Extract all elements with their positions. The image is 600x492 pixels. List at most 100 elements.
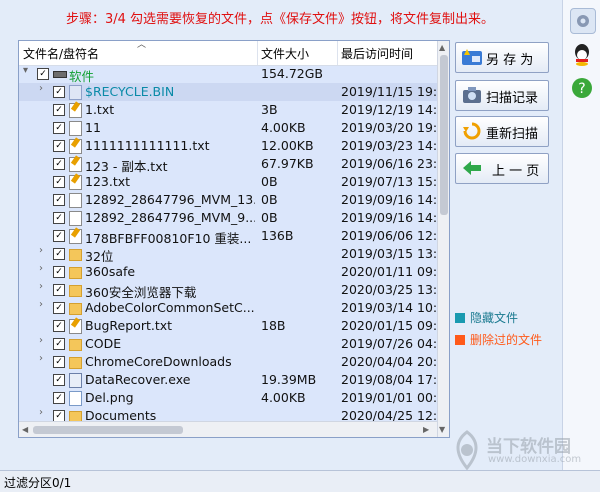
table-row[interactable]: ✓ 178BFBFF00810F10 重装... 136B 2019/06/06 12… (19, 227, 437, 246)
column-header-size[interactable]: 文件大小 (261, 45, 309, 62)
table-row[interactable]: › ✓ $RECYCLE.BIN 2019/11/15 19:4 (19, 83, 437, 101)
legend-swatch-deleted (455, 335, 465, 345)
row-checkbox[interactable]: ✓ (53, 248, 65, 260)
row-checkbox[interactable]: ✓ (53, 176, 65, 188)
table-row[interactable]: ✓ 1.txt 3B 2019/12/19 14:5 (19, 101, 437, 119)
row-name: Del.png (85, 390, 134, 405)
row-checkbox[interactable]: ✓ (37, 68, 49, 80)
expand-arrow-icon[interactable]: › (39, 407, 43, 418)
row-checkbox[interactable]: ✓ (53, 230, 65, 242)
expand-arrow-icon[interactable]: › (39, 353, 43, 364)
row-name: 123.txt (85, 174, 131, 189)
folder-icon (69, 285, 82, 297)
previous-page-button[interactable]: 上 一 页 (455, 153, 549, 184)
horizontal-scrollbar[interactable]: ◀ ▶ (19, 421, 437, 437)
table-row[interactable]: ✓ 123 - 副本.txt 67.97KB 2019/06/16 23:1 (19, 155, 437, 174)
row-name: $RECYCLE.BIN (85, 84, 175, 99)
row-checkbox[interactable]: ✓ (53, 122, 65, 134)
right-sidebar: ? (562, 0, 600, 470)
vertical-scrollbar[interactable]: ▲ ▼ (437, 41, 449, 437)
row-checkbox[interactable]: ✓ (53, 392, 65, 404)
rescan-label: 重新扫描 (486, 127, 539, 142)
table-row[interactable]: ▾ ✓ 软件 154.72GB (19, 65, 437, 84)
txt-icon (69, 103, 82, 118)
table-row[interactable]: ✓ DataRecover.exe 19.39MB 2019/08/04 17:5 (19, 371, 437, 389)
folder-icon (69, 339, 82, 351)
column-divider[interactable] (257, 41, 258, 65)
row-checkbox[interactable]: ✓ (53, 212, 65, 224)
column-header-name[interactable]: 文件名/盘符名 (23, 45, 99, 62)
file-icon (69, 193, 82, 208)
rescan-button[interactable]: 重新扫描 (455, 116, 549, 147)
save-as-button[interactable]: 另 存 为 (455, 42, 549, 73)
row-name: 360safe (85, 264, 136, 279)
row-size: 4.00KB (261, 390, 306, 405)
row-checkbox[interactable]: ✓ (53, 158, 65, 170)
expand-arrow-icon[interactable]: › (39, 83, 43, 94)
row-time: 2019/09/16 14:4 (341, 210, 437, 225)
row-name: ChromeCoreDownloads (85, 354, 232, 369)
legend-swatch-hidden (455, 313, 465, 323)
table-header: ︿ 文件名/盘符名 文件大小 最后访问时间 (19, 41, 437, 66)
scroll-up-icon[interactable]: ▲ (439, 43, 445, 52)
table-row[interactable]: › ✓ 360安全浏览器下载 2020/03/25 13:3 (19, 281, 437, 300)
column-divider[interactable] (337, 41, 338, 65)
table-row[interactable]: › ✓ ChromeCoreDownloads 2020/04/04 20:4 (19, 353, 437, 371)
row-name: CODE (85, 336, 122, 351)
row-time: 2019/06/16 23:1 (341, 156, 437, 171)
status-text: 过滤分区0/1 (4, 476, 72, 490)
expand-arrow-icon[interactable]: › (39, 263, 43, 274)
row-checkbox[interactable]: ✓ (53, 320, 65, 332)
row-checkbox[interactable]: ✓ (53, 302, 65, 314)
row-size: 19.39MB (261, 372, 317, 387)
expand-arrow-icon[interactable]: ▾ (23, 65, 28, 76)
table-row[interactable]: ✓ 12892_28647796_MVM_13... 0B 2019/09/16 14… (19, 191, 437, 209)
arrow-left-icon (463, 161, 481, 175)
scroll-thumb[interactable] (33, 426, 183, 434)
table-row[interactable]: ✓ BugReport.txt 18B 2020/01/15 09:4 (19, 317, 437, 335)
legend-label: 删除过的文件 (470, 333, 543, 347)
scan-log-button[interactable]: 扫描记录 (455, 80, 549, 111)
expand-arrow-icon[interactable]: › (39, 335, 43, 346)
table-row[interactable]: › ✓ 32位 2019/03/15 13:1 (19, 245, 437, 264)
legend-deleted-files: 删除过的文件 (455, 331, 542, 348)
table-row[interactable]: ✓ 123.txt 0B 2019/07/13 15:3 (19, 173, 437, 191)
row-size: 67.97KB (261, 156, 314, 171)
qq-icon[interactable] (570, 42, 594, 66)
scroll-right-icon[interactable]: ▶ (423, 425, 429, 434)
row-checkbox[interactable]: ✓ (53, 194, 65, 206)
scroll-thumb[interactable] (440, 55, 448, 215)
row-checkbox[interactable]: ✓ (53, 140, 65, 152)
scroll-down-icon[interactable]: ▼ (439, 425, 445, 434)
expand-arrow-icon[interactable]: › (39, 299, 43, 310)
step-instruction: 步骤：3/4 勾选需要恢复的文件，点《保存文件》按钮，将文件复制出来。 (65, 12, 495, 27)
column-header-time[interactable]: 最后访问时间 (341, 45, 413, 62)
table-row[interactable]: › ✓ AdobeColorCommonSetC... 2019/03/14 10:0 (19, 299, 437, 317)
scroll-left-icon[interactable]: ◀ (22, 425, 28, 434)
table-row[interactable]: ✓ 11 4.00KB 2019/03/20 19:1 (19, 119, 437, 137)
file-tree-body: ▾ ✓ 软件 154.72GB › ✓ $RECYCLE.BIN 2019/11/15 19:… (19, 65, 437, 423)
row-checkbox[interactable]: ✓ (53, 338, 65, 350)
row-size: 12.00KB (261, 138, 314, 153)
table-row[interactable]: › ✓ 360safe 2020/01/11 09:3 (19, 263, 437, 281)
watermark-url: www.downxia.com (488, 454, 582, 465)
file-tree-panel: ︿ 文件名/盘符名 文件大小 最后访问时间 ▾ ✓ 软件 154.72GB › ✓ $REC… (18, 40, 450, 438)
row-size: 136B (261, 228, 294, 243)
table-row[interactable]: › ✓ CODE 2019/07/26 04:2 (19, 335, 437, 353)
row-checkbox[interactable]: ✓ (53, 356, 65, 368)
expand-arrow-icon[interactable]: › (39, 245, 43, 256)
expand-arrow-icon[interactable]: › (39, 281, 43, 292)
table-row[interactable]: ✓ 12892_28647796_MVM_9... 0B 2019/09/16 14:… (19, 209, 437, 227)
svg-text:?: ? (578, 81, 585, 97)
row-checkbox[interactable]: ✓ (53, 104, 65, 116)
table-row[interactable]: ✓ 1111111111111.txt 12.00KB 2019/03/23 14:3 (19, 137, 437, 155)
help-icon[interactable]: ? (570, 76, 594, 100)
row-time: 2019/01/01 00:2 (341, 390, 437, 405)
row-checkbox[interactable]: ✓ (53, 374, 65, 386)
settings-icon[interactable] (570, 8, 596, 34)
row-checkbox[interactable]: ✓ (53, 86, 65, 98)
table-row[interactable]: ✓ Del.png 4.00KB 2019/01/01 00:2 (19, 389, 437, 407)
row-checkbox[interactable]: ✓ (53, 284, 65, 296)
row-checkbox[interactable]: ✓ (53, 266, 65, 278)
previous-page-label: 上 一 页 (492, 164, 540, 179)
